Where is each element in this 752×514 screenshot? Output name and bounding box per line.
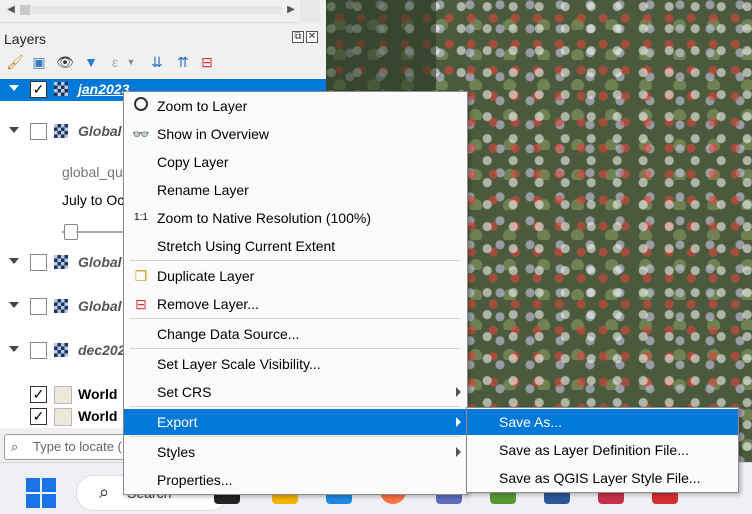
search-icon: ⌕ [99,482,110,502]
menu-item-remove-layer[interactable]: ⊟ Remove Layer... [124,291,467,317]
menu-item-properties[interactable]: Properties... [124,467,467,493]
layer-checkbox[interactable]: ✓ [30,408,47,425]
horizontal-scrollbar[interactable]: ◀ ▶ [0,0,300,23]
layer-name: World [78,408,118,424]
windows-start-icon[interactable] [26,478,56,508]
layer-name: Global [78,123,122,139]
menu-item-zoom-to-layer[interactable]: Zoom to Layer [124,93,467,119]
add-group-icon[interactable]: ▣ [30,53,48,71]
raster-layer-icon [54,255,68,269]
vector-layer-icon [54,386,72,404]
layer-name: Global [78,298,122,314]
menu-separator [130,348,461,349]
scroll-right-icon[interactable]: ▶ [284,3,298,17]
remove-layer-icon: ⊟ [135,296,147,312]
collapse-all-icon[interactable]: ⇈ [174,53,192,71]
menu-item-save-style-file[interactable]: Save as QGIS Layer Style File... [467,465,738,491]
raster-layer-icon [54,124,68,138]
collapse-arrow-icon[interactable] [9,127,19,133]
duplicate-layer-icon: ❐ [134,268,148,284]
export-submenu: Save As... Save as Layer Definition File… [466,407,739,493]
collapse-arrow-icon[interactable] [9,85,19,91]
vector-layer-icon [54,408,72,426]
menu-item-stretch[interactable]: Stretch Using Current Extent [124,233,467,259]
raster-layer-icon [54,82,68,96]
layer-checkbox[interactable] [30,123,47,140]
menu-item-save-layer-definition[interactable]: Save as Layer Definition File... [467,437,738,463]
dropdown-arrow-icon[interactable]: ▼ [122,53,140,71]
locator-placeholder: Type to locate ( [33,439,122,454]
layers-toolbar: 🖌 ▣ 👁 ▼ ε ▼ ⇊ ⇈ ⊟ [6,53,306,73]
menu-item-copy-layer[interactable]: Copy Layer [124,149,467,175]
menu-item-duplicate-layer[interactable]: ❐ Duplicate Layer [124,263,467,289]
raster-layer-icon [54,343,68,357]
locator-search-input[interactable]: ⌕ Type to locate ( [4,434,128,460]
style-brush-icon[interactable]: 🖌 [6,53,24,71]
submenu-arrow-icon [456,447,461,457]
menu-separator [130,436,461,437]
layer-checkbox[interactable]: ✓ [30,386,47,403]
layer-name: dec202 [78,342,126,358]
scroll-left-icon[interactable]: ◀ [4,3,18,17]
remove-layer-toolbar-icon[interactable]: ⊟ [198,53,216,71]
menu-item-scale-visibility[interactable]: Set Layer Scale Visibility... [124,351,467,377]
menu-item-change-data-source[interactable]: Change Data Source... [124,321,467,347]
close-panel-icon[interactable]: ✕ [306,31,318,43]
visibility-eye-icon[interactable]: 👁 [56,53,74,71]
submenu-arrow-icon [456,417,461,427]
filter-icon[interactable]: ▼ [82,53,100,71]
collapse-arrow-icon[interactable] [9,302,19,308]
collapse-arrow-icon[interactable] [9,346,19,352]
raster-layer-icon [54,299,68,313]
zoom-to-layer-icon [132,97,150,115]
scroll-track[interactable] [20,6,282,14]
search-icon: ⌕ [11,439,19,454]
menu-item-show-in-overview[interactable]: 👓 Show in Overview [124,121,467,147]
layer-name: jan2023 [78,81,130,97]
layer-sub-label: July to Oc [62,192,125,208]
scroll-thumb[interactable] [20,5,30,15]
layer-name: World [78,386,118,402]
menu-separator [130,406,461,407]
menu-separator [130,260,461,261]
panel-buttons: ⧉ ✕ [290,31,318,43]
expand-all-icon[interactable]: ⇊ [148,53,166,71]
show-in-overview-icon: 👓 [132,126,150,142]
opacity-slider-handle[interactable] [64,224,78,240]
native-resolution-icon: 1:1 [134,212,148,223]
submenu-arrow-icon [456,387,461,397]
layer-sub-label: global_qu [62,164,123,180]
vertical-scrollbar-top[interactable] [300,0,320,22]
collapse-arrow-icon[interactable] [9,258,19,264]
layer-name: Global [78,254,122,270]
menu-separator [130,318,461,319]
float-panel-icon[interactable]: ⧉ [292,31,304,43]
menu-item-rename-layer[interactable]: Rename Layer [124,177,467,203]
menu-item-styles[interactable]: Styles [124,439,467,465]
layer-context-menu: Zoom to Layer 👓 Show in Overview Copy La… [123,91,468,495]
layer-checkbox[interactable] [30,342,47,359]
menu-item-export[interactable]: Export [124,409,467,435]
menu-item-save-as[interactable]: Save As... [467,409,738,435]
menu-item-zoom-native[interactable]: 1:1 Zoom to Native Resolution (100%) [124,205,467,231]
layer-checkbox[interactable] [30,298,47,315]
layer-checkbox[interactable] [30,254,47,271]
panel-title: Layers [4,31,47,47]
menu-item-set-crs[interactable]: Set CRS [124,379,467,405]
layer-checkbox[interactable]: ✓ [30,81,47,98]
